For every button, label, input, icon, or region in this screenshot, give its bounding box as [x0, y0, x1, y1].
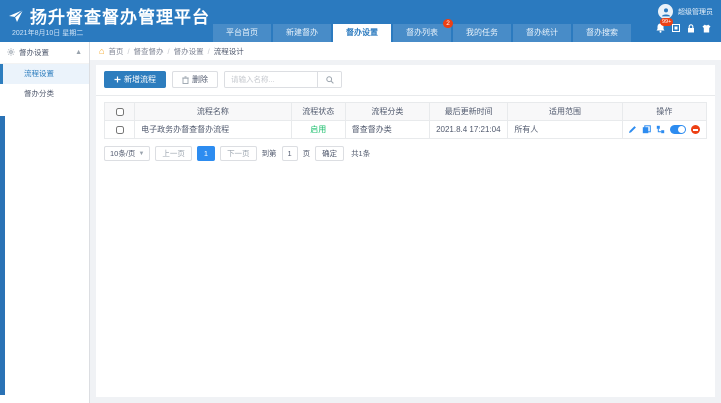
breadcrumb-supervision[interactable]: 督查督办: [134, 46, 164, 57]
col-scope: 适用范围: [507, 102, 623, 121]
cell-process-status[interactable]: 启用: [290, 120, 346, 139]
add-process-button[interactable]: 新增流程: [104, 71, 166, 88]
table-header-row: 流程名称 流程状态 流程分类 最后更新时间 适用范围 操作: [103, 102, 708, 121]
sidebar-group-label: 督办设置: [19, 48, 49, 57]
search-icon: [325, 75, 334, 84]
row-operations: [623, 125, 705, 134]
pagination: 10条/页 ▼ 上一页 1 下一页 到第 页 确定 共1条: [96, 139, 715, 168]
sidebar: 督办设置 ▲ 流程设置 督办分类: [0, 42, 90, 403]
home-icon[interactable]: ⌂: [99, 46, 104, 56]
content-card: 新增流程 删除 请输入名称... 流程名称 流程状态 流程分类 最后更新时间 适…: [96, 65, 715, 397]
delete-button[interactable]: 删除: [172, 71, 218, 88]
design-icon[interactable]: [656, 125, 665, 134]
breadcrumb-separator: [168, 47, 170, 56]
bell-icon[interactable]: 99+: [656, 18, 674, 33]
search-button[interactable]: [317, 72, 341, 87]
forbid-icon[interactable]: [691, 125, 701, 134]
process-table-wrap: 流程名称 流程状态 流程分类 最后更新时间 适用范围 操作 电子政务办督查督办流…: [96, 96, 715, 139]
col-process-status: 流程状态: [290, 102, 346, 121]
paper-plane-logo-icon: [8, 8, 24, 24]
enable-toggle[interactable]: [670, 125, 687, 134]
cell-updated-time: 2021.8.4 17:21:04: [429, 120, 509, 139]
user-avatar-icon: [658, 4, 673, 19]
header-icons: 99+: [656, 18, 711, 33]
breadcrumb: ⌂ 首页 督查督办 督办设置 流程设计: [90, 42, 721, 60]
tab-supervision-search[interactable]: 督办搜索: [573, 24, 631, 42]
main-nav: 平台首页 新建督办 督办设置 督办列表 2 我的任务 督办统计 督办搜索: [213, 19, 631, 42]
goto-page-input[interactable]: [281, 146, 298, 161]
tab-supervision-settings[interactable]: 督办设置: [333, 24, 391, 42]
page-size-label: 10条/页: [110, 149, 136, 158]
logout-icon[interactable]: [702, 24, 711, 33]
prev-page-button[interactable]: 上一页: [155, 146, 192, 161]
row-checkbox[interactable]: [115, 125, 124, 134]
logo: 扬升督查督办管理平台: [8, 3, 210, 28]
tab-new-supervision[interactable]: 新建督办: [273, 24, 331, 42]
trash-icon: [182, 75, 189, 84]
breadcrumb-separator: [127, 47, 129, 56]
sidebar-accent-bar: [0, 116, 5, 395]
col-operations: 操作: [621, 102, 708, 121]
total-count: 共1条: [351, 149, 371, 158]
chevron-up-icon: ▲: [75, 49, 82, 56]
col-updated-time: 最后更新时间: [429, 102, 509, 121]
sidebar-item-supervision-category[interactable]: 督办分类: [0, 84, 89, 104]
user-row[interactable]: 超级管理员: [658, 4, 713, 19]
breadcrumb-separator: [208, 47, 210, 56]
app-header: 扬升督查督办管理平台 2021年8月10日 星期二 平台首页 新建督办 督办设置…: [0, 0, 721, 42]
search-input[interactable]: [225, 72, 317, 87]
lock-icon[interactable]: [687, 23, 695, 33]
fullscreen-icon[interactable]: [672, 24, 680, 32]
cell-scope: 所有人: [507, 120, 623, 139]
process-table: 流程名称 流程状态 流程分类 最后更新时间 适用范围 操作 电子政务办督查督办流…: [103, 102, 708, 139]
col-process-name: 流程名称: [134, 102, 292, 121]
breadcrumb-process-design: 流程设计: [213, 46, 244, 56]
goto-prefix: 到第: [261, 149, 277, 158]
table-row: 电子政务办督查督办流程 启用 督查督办类 2021.8.4 17:21:04 所…: [103, 120, 708, 139]
col-process-category: 流程分类: [344, 102, 431, 121]
toolbar: 新增流程 删除: [96, 65, 715, 96]
tab-my-tasks[interactable]: 我的任务: [453, 24, 511, 42]
main-content: ⌂ 首页 督查督办 督办设置 流程设计 新增流程 删除: [90, 42, 721, 403]
sidebar-group-supervision-settings[interactable]: 督办设置 ▲: [0, 42, 89, 64]
cell-process-category: 督查督办类: [344, 120, 431, 139]
page-size-select[interactable]: 10条/页 ▼: [104, 146, 151, 161]
delete-label: 删除: [192, 75, 208, 84]
app-title: 扬升督查督办管理平台: [30, 8, 210, 27]
goto-confirm-button[interactable]: 确定: [315, 146, 345, 161]
user-name: 超级管理员: [678, 8, 713, 16]
next-page-button[interactable]: 下一页: [220, 146, 257, 161]
gear-icon: [7, 47, 15, 58]
page-number-1[interactable]: 1: [196, 146, 216, 161]
sidebar-item-process-settings[interactable]: 流程设置: [0, 64, 89, 84]
select-all-checkbox[interactable]: [115, 107, 124, 116]
breadcrumb-home[interactable]: 首页: [108, 46, 123, 57]
goto-suffix: 页: [302, 149, 311, 158]
user-area: 超级管理员 99+: [656, 4, 713, 33]
add-process-label: 新增流程: [124, 75, 156, 84]
search-box: [224, 71, 342, 88]
cell-process-name: 电子政务办督查督办流程: [134, 120, 292, 139]
copy-icon[interactable]: [642, 125, 652, 134]
tab-badge: 2: [443, 19, 453, 28]
tab-supervision-stats[interactable]: 督办统计: [513, 24, 571, 42]
tab-supervision-list-label: 督办列表: [406, 28, 438, 37]
chevron-down-icon: ▼: [138, 150, 145, 157]
tab-supervision-list[interactable]: 督办列表 2: [393, 19, 453, 42]
header-date: 2021年8月10日 星期二: [12, 30, 84, 37]
edit-icon[interactable]: [628, 125, 637, 134]
tab-platform-home[interactable]: 平台首页: [213, 24, 271, 42]
breadcrumb-settings[interactable]: 督办设置: [174, 46, 204, 57]
plus-icon: [114, 76, 121, 83]
